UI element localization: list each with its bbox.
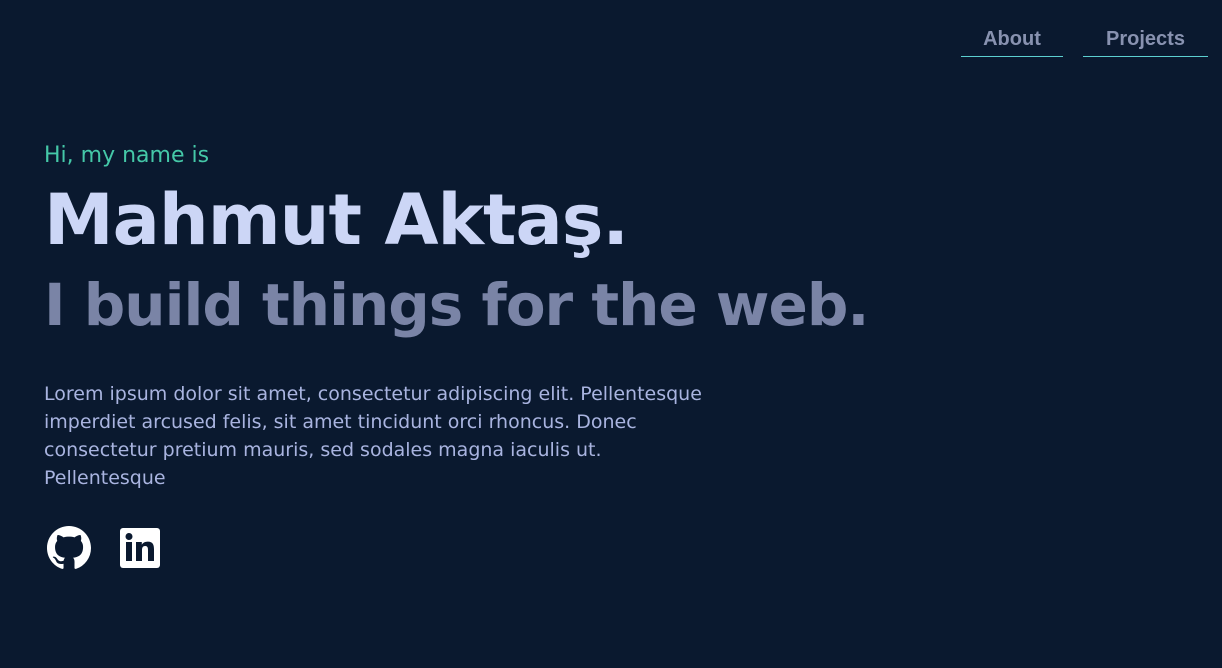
intro-paragraph: Lorem ipsum dolor sit amet, consectetur … (44, 383, 702, 489)
greeting-text: Hi, my name is (44, 143, 210, 168)
name-heading: Mahmut Aktaş. (44, 179, 629, 261)
github-icon (46, 526, 92, 570)
github-link[interactable] (46, 526, 92, 570)
top-nav: About Projects (961, 26, 1208, 57)
linkedin-icon (118, 526, 164, 570)
nav-link-projects[interactable]: Projects (1083, 26, 1208, 57)
social-links (46, 526, 164, 570)
tagline-heading: I build things for the web. (44, 271, 869, 339)
hero-section: Hi, my name is Mahmut Aktaş. I build thi… (44, 140, 1144, 492)
nav-link-about[interactable]: About (961, 26, 1063, 57)
linkedin-link[interactable] (118, 526, 164, 570)
